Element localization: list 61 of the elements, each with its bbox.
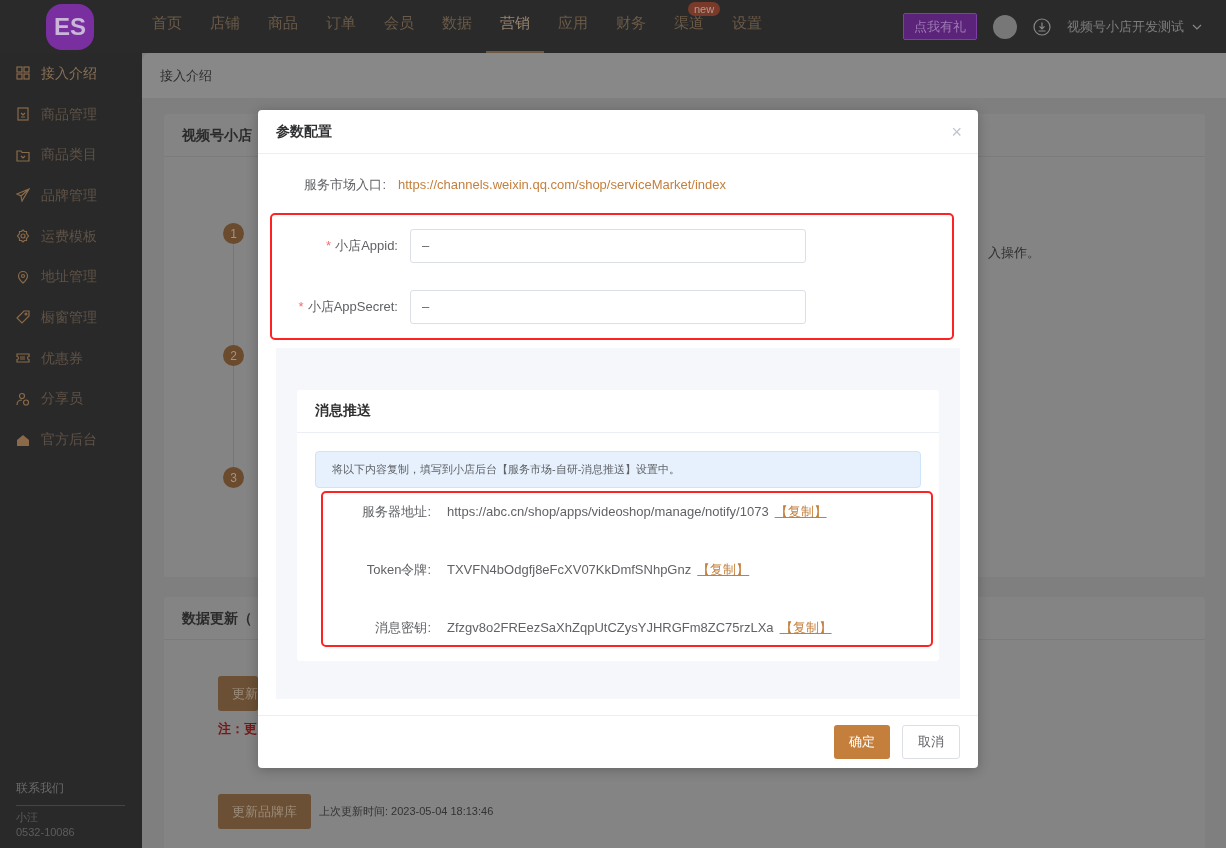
step-number: 2 (223, 345, 244, 366)
note-text: 注：更 (218, 720, 257, 738)
field-value: https://abc.cn/shop/apps/videoshop/manage/notify/1073 (447, 502, 769, 521)
copy-link[interactable]: 【复制】 (697, 559, 750, 580)
update-button[interactable]: 更新 (218, 676, 258, 711)
download-icon (1033, 17, 1051, 36)
nav-tab[interactable]: new 渠道 (660, 0, 718, 53)
user-icon (16, 391, 30, 406)
field-label: Token令牌: (365, 560, 432, 579)
section-title: 消息推送 (297, 389, 939, 433)
field-value: Zfzgv8o2FREezSaXhZqpUtCZysYJHRGFm8ZC75rzLXa (447, 618, 774, 637)
ticket-icon (16, 351, 30, 366)
location-pin-icon (16, 269, 30, 284)
update-brand-button[interactable]: 更新品牌库 (218, 793, 311, 829)
field-label: * 小店AppSecret: (298, 297, 398, 316)
grid-icon (16, 66, 30, 81)
step-number: 1 (223, 223, 244, 244)
copy-link[interactable]: 【复制】 (774, 501, 827, 522)
copy-link[interactable]: 【复制】 (779, 617, 832, 638)
folder-icon (16, 147, 30, 162)
nav-tab[interactable]: 首页 (138, 0, 196, 53)
account-name[interactable]: 视频号小店开发测试 (1067, 16, 1184, 37)
cancel-button[interactable]: 取消 (902, 725, 960, 759)
card-title: 视频号小店 (182, 125, 252, 145)
dialog-title: 参数配置 (276, 122, 332, 141)
close-button[interactable]: × (951, 122, 962, 141)
clipboard-icon (16, 107, 30, 122)
field-label: 服务市场入口: (303, 176, 387, 194)
nav-tab[interactable]: 订单 (312, 0, 370, 53)
nav-tab[interactable]: 设置 (718, 0, 776, 53)
last-update-text: 上次更新时间: 2023-05-04 18:13:46 (319, 803, 494, 819)
step-number: 3 (223, 467, 244, 488)
sidebar-item[interactable]: 接入介绍 (0, 53, 142, 94)
breadcrumb: 接入介绍 (142, 53, 1226, 98)
input-field[interactable]: – (410, 289, 806, 324)
field-label: 消息密钥: (374, 618, 432, 637)
field-label: 服务器地址: (361, 502, 432, 521)
field-label: * 小店Appid: (326, 236, 398, 255)
input-field[interactable]: – (410, 228, 806, 263)
nav-tab[interactable]: 数据 (428, 0, 486, 53)
caret-icon (1192, 23, 1202, 30)
house-icon (16, 432, 30, 447)
confirm-button[interactable]: 确定 (834, 725, 890, 759)
nav-tab[interactable]: 会员 (370, 0, 428, 53)
nav-tab[interactable]: 商品 (254, 0, 312, 53)
avatar[interactable] (993, 14, 1017, 39)
card-title: 数据更新（ (182, 608, 252, 628)
contact-heading: 联系我们 (16, 779, 125, 806)
nav-tab[interactable]: 应用 (544, 0, 602, 53)
new-badge: new (688, 2, 721, 16)
gift-button[interactable]: 点我有礼 (903, 12, 977, 41)
tag-icon (16, 310, 30, 325)
info-notice: 将以下内容复制，填写到小店后台【服务市场-自研-消息推送】设置中。 (315, 450, 921, 488)
logo[interactable]: ES (46, 3, 94, 50)
field-value: TXVFN4bOdgfj8eFcXV07KkDmfSNhpGnz (447, 560, 692, 579)
step-text: 入操作。 (988, 244, 1040, 262)
gear-icon (16, 229, 30, 244)
nav-tab[interactable]: 财务 (602, 0, 660, 53)
market-link[interactable]: https://channels.weixin.qq.com/shop/serviceMarket/index (398, 175, 727, 195)
nav-tab[interactable]: 店铺 (196, 0, 254, 53)
paper-plane-icon (16, 188, 30, 203)
